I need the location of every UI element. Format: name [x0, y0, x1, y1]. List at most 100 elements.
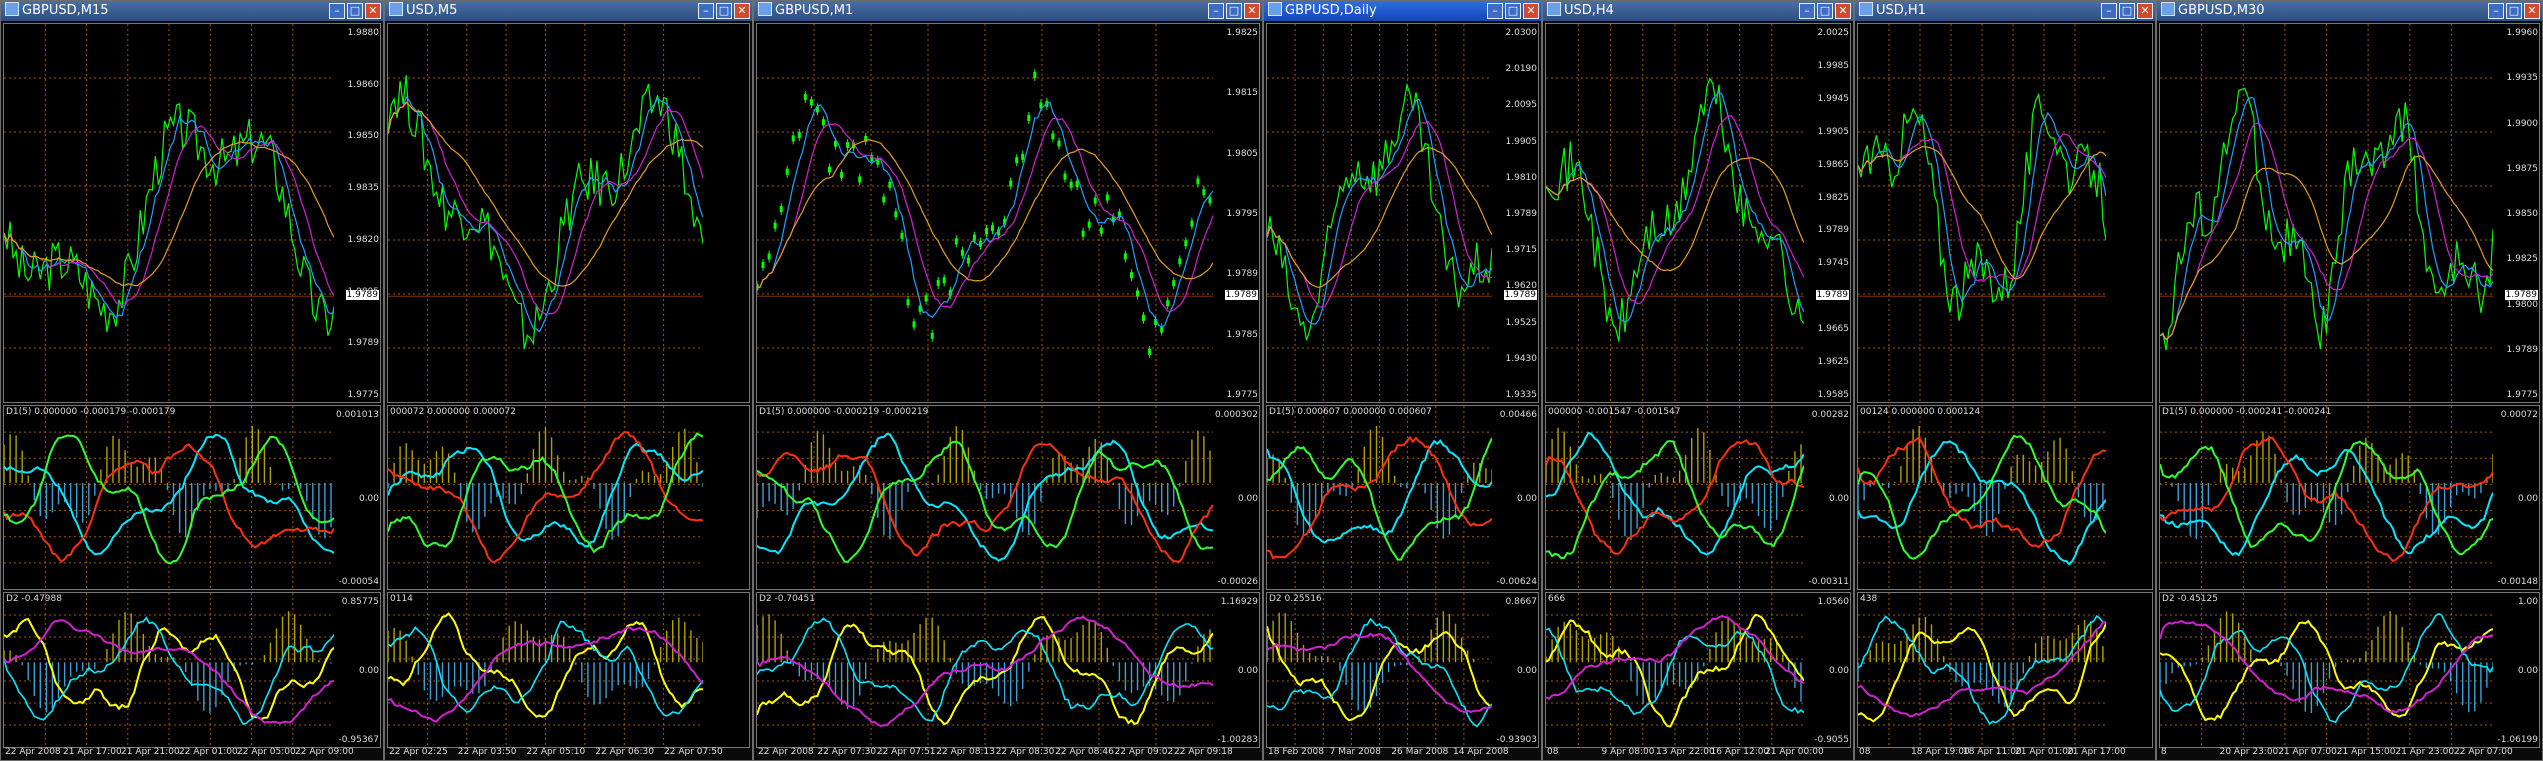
window-titlebar[interactable]: GBPUSD,Daily – □ ✕	[1264, 1, 1541, 21]
plot-svg	[2160, 24, 2493, 402]
time-tick-label: 21 Apr 17:00	[2067, 747, 2126, 757]
chart-window[interactable]: USD,H4 – □ ✕ 2.0025 1.9985 1.9945 1.9905 1.9865 1…	[1542, 0, 1854, 761]
window-titlebar[interactable]: USD,H4 – □ ✕	[1543, 1, 1853, 21]
chart-window[interactable]: USD,H1 – □ ✕ 00124 0.000000 0.000124 438 08 18 …	[1854, 0, 2156, 761]
time-axis: 22 Apr 2008 22 Apr 07:30 22 Apr 07:51 22 Ap…	[756, 746, 1260, 760]
maximize-icon[interactable]: □	[1505, 3, 1521, 19]
minimize-icon[interactable]: –	[698, 3, 714, 19]
axis-tick-label: -0.9055	[1814, 735, 1849, 745]
indicator-d1-pane[interactable]: 00124 0.000000 0.000124	[1857, 405, 2153, 590]
minimize-icon[interactable]: –	[329, 3, 345, 19]
candle	[1051, 133, 1055, 140]
chart-window[interactable]: GBPUSD,M30 – □ ✕ 1.9960 1.9935 1.9900 1.9875 1.9…	[2156, 0, 2543, 761]
minimize-icon[interactable]: –	[2488, 3, 2504, 19]
price-chart-pane[interactable]: 1.9825 1.9815 1.9805 1.9795 1.9789 1.9785 1.97…	[756, 23, 1260, 403]
chart-window[interactable]: GBPUSD,M15 – □ ✕ 1.9880 1.9860 1.9850 1.9835 1.9…	[0, 0, 384, 761]
indicator-d1-pane[interactable]: 0.00072 0.00 -0.00148 D1(5) 0.000000 -0.000…	[2159, 405, 2540, 590]
window-titlebar[interactable]: GBPUSD,M15 – □ ✕	[1, 1, 383, 21]
chart-window-icon	[5, 2, 19, 16]
window-titlebar[interactable]: GBPUSD,M1 – □ ✕	[754, 1, 1262, 21]
indicator-d1-pane[interactable]: 0.00466 0.00 -0.00624 D1(5) 0.000607 0.0000…	[1266, 405, 1539, 590]
time-tick-label: 22 Apr 07:51	[876, 747, 936, 757]
ma-slow	[1858, 146, 2106, 280]
axis-tick-label: 1.9960	[2506, 28, 2539, 38]
indicator-d2-pane[interactable]: 0114	[387, 592, 750, 748]
indicator-d2-pane[interactable]: 0.8667 0.00 -0.93903 D2 0.25516	[1266, 592, 1539, 748]
axis-tick-label: 2.0190	[1505, 64, 1538, 75]
close-icon[interactable]: ✕	[1523, 3, 1539, 19]
price-chart-pane[interactable]	[387, 23, 750, 403]
minimize-icon[interactable]: –	[2101, 3, 2117, 19]
close-icon[interactable]: ✕	[1835, 3, 1851, 19]
maximize-icon[interactable]: □	[716, 3, 732, 19]
chart-window[interactable]: USD,M5 – □ ✕ 000072 0.000000 0.000072 0114 22 …	[384, 0, 753, 761]
window-controls: – □ ✕	[1799, 3, 1851, 19]
axis-tick-label: 1.9805	[1226, 148, 1259, 159]
candle	[840, 172, 844, 178]
price-chart-pane[interactable]: 1.9960 1.9935 1.9900 1.9875 1.9850 1.9825 1.98…	[2159, 23, 2540, 403]
close-icon[interactable]: ✕	[2137, 3, 2153, 19]
close-icon[interactable]: ✕	[2524, 3, 2540, 19]
time-tick-label: 22 Apr 08:13	[936, 747, 995, 757]
indicator-d1-pane[interactable]: 0.00282 0.00 -0.00311 000000 -0.001547 -0.0…	[1545, 405, 1851, 590]
minimize-icon[interactable]: –	[1799, 3, 1815, 19]
window-titlebar[interactable]: GBPUSD,M30 – □ ✕	[2157, 1, 2542, 21]
price-chart-pane[interactable]	[1857, 23, 2153, 403]
price-chart-pane[interactable]: 2.0300 2.0190 2.0095 1.9905 1.9810 1.9789 1.97…	[1266, 23, 1539, 403]
close-icon[interactable]: ✕	[365, 3, 381, 19]
time-tick-label: 22 Apr 09:00	[295, 747, 354, 757]
axis-tick-label: 1.9905	[1505, 136, 1538, 147]
plot-svg	[4, 406, 334, 589]
candle	[966, 257, 970, 264]
time-tick-label: 22 Apr 06:30	[595, 747, 654, 757]
chart-window[interactable]: GBPUSD,Daily – □ ✕ 2.0300 2.0190 2.0095 1.9905 1…	[1263, 0, 1542, 761]
indicator-d2-pane[interactable]: 1.0560 0.00 -0.9055 666	[1545, 592, 1851, 748]
time-tick-label: 16 Apr 12:00	[1710, 747, 1770, 757]
maximize-icon[interactable]: □	[2506, 3, 2522, 19]
chart-window[interactable]: GBPUSD,M1 – □ ✕ 1.9825 1.9815 1.9805 1.9795 1.97…	[753, 0, 1263, 761]
axis-tick-label: -0.00054	[338, 577, 379, 587]
indicator-d2-pane[interactable]: 438	[1857, 592, 2153, 748]
maximize-icon[interactable]: □	[2119, 3, 2135, 19]
axis-tick-label: 1.16929	[1220, 597, 1258, 607]
candle	[1142, 314, 1145, 321]
ma-slow	[2160, 155, 2493, 341]
candle	[888, 181, 892, 188]
window-titlebar[interactable]: USD,M5 – □ ✕	[385, 1, 752, 21]
candle	[972, 234, 976, 241]
time-tick-label: 08	[1859, 747, 1871, 757]
indicator-info-text: D1(5) 0.000000 -0.000179 -0.000179	[6, 407, 176, 417]
axis-tick-label: -0.00624	[1496, 577, 1537, 587]
candle	[912, 321, 916, 328]
time-tick-label: 22 Apr 07:00	[2454, 747, 2513, 757]
maximize-icon[interactable]: □	[1817, 3, 1833, 19]
window-controls: – □ ✕	[1487, 3, 1539, 19]
candle	[1202, 189, 1206, 196]
minimize-icon[interactable]: –	[1487, 3, 1503, 19]
maximize-icon[interactable]: □	[347, 3, 363, 19]
time-tick-label: 18 Feb 2008	[1268, 747, 1325, 757]
axis-tick-label: 1.9905	[1817, 126, 1850, 137]
indicator-d2-pane[interactable]: 1.00 0.00 -1.06199 D2 -0.45125	[2159, 592, 2540, 748]
indicator-d1-pane[interactable]: 0.000302 0.00 -0.00026 D1(5) 0.000000 -0.00…	[756, 405, 1260, 590]
window-titlebar[interactable]: USD,H1 – □ ✕	[1855, 1, 2155, 21]
chart-window-icon	[758, 2, 772, 16]
indicator-d1-pane[interactable]: 000072 0.000000 0.000072	[387, 405, 750, 590]
close-icon[interactable]: ✕	[1244, 3, 1260, 19]
maximize-icon[interactable]: □	[1226, 3, 1242, 19]
candle	[779, 206, 783, 213]
axis-tick-label: 1.9850	[2506, 209, 2539, 219]
window-title: GBPUSD,M30	[2178, 3, 2265, 18]
close-icon[interactable]: ✕	[734, 3, 750, 19]
minimize-icon[interactable]: –	[1208, 3, 1224, 19]
candle	[942, 277, 946, 284]
time-tick-label: 21 Apr 15:00	[2336, 747, 2396, 757]
indicator-d1-pane[interactable]: 0.001013 0.00 -0.00054 D1(5) 0.000000 -0.00…	[3, 405, 381, 590]
indicator-d2-pane[interactable]: 1.16929 0.00 -1.00283 D2 -0.70451	[756, 592, 1260, 748]
indicator-d2-pane[interactable]: 0.85775 0.00 -0.95367 D2 -0.47988	[3, 592, 381, 748]
axis-tick-label: -0.00026	[1217, 577, 1258, 587]
price-chart-pane[interactable]: 2.0025 1.9985 1.9945 1.9905 1.9865 1.9825 1.97…	[1545, 23, 1851, 403]
candle	[761, 262, 765, 268]
candle	[1130, 272, 1133, 279]
price-chart-pane[interactable]: 1.98801.98601.98501.98351.98201.98051.97…	[3, 23, 381, 403]
